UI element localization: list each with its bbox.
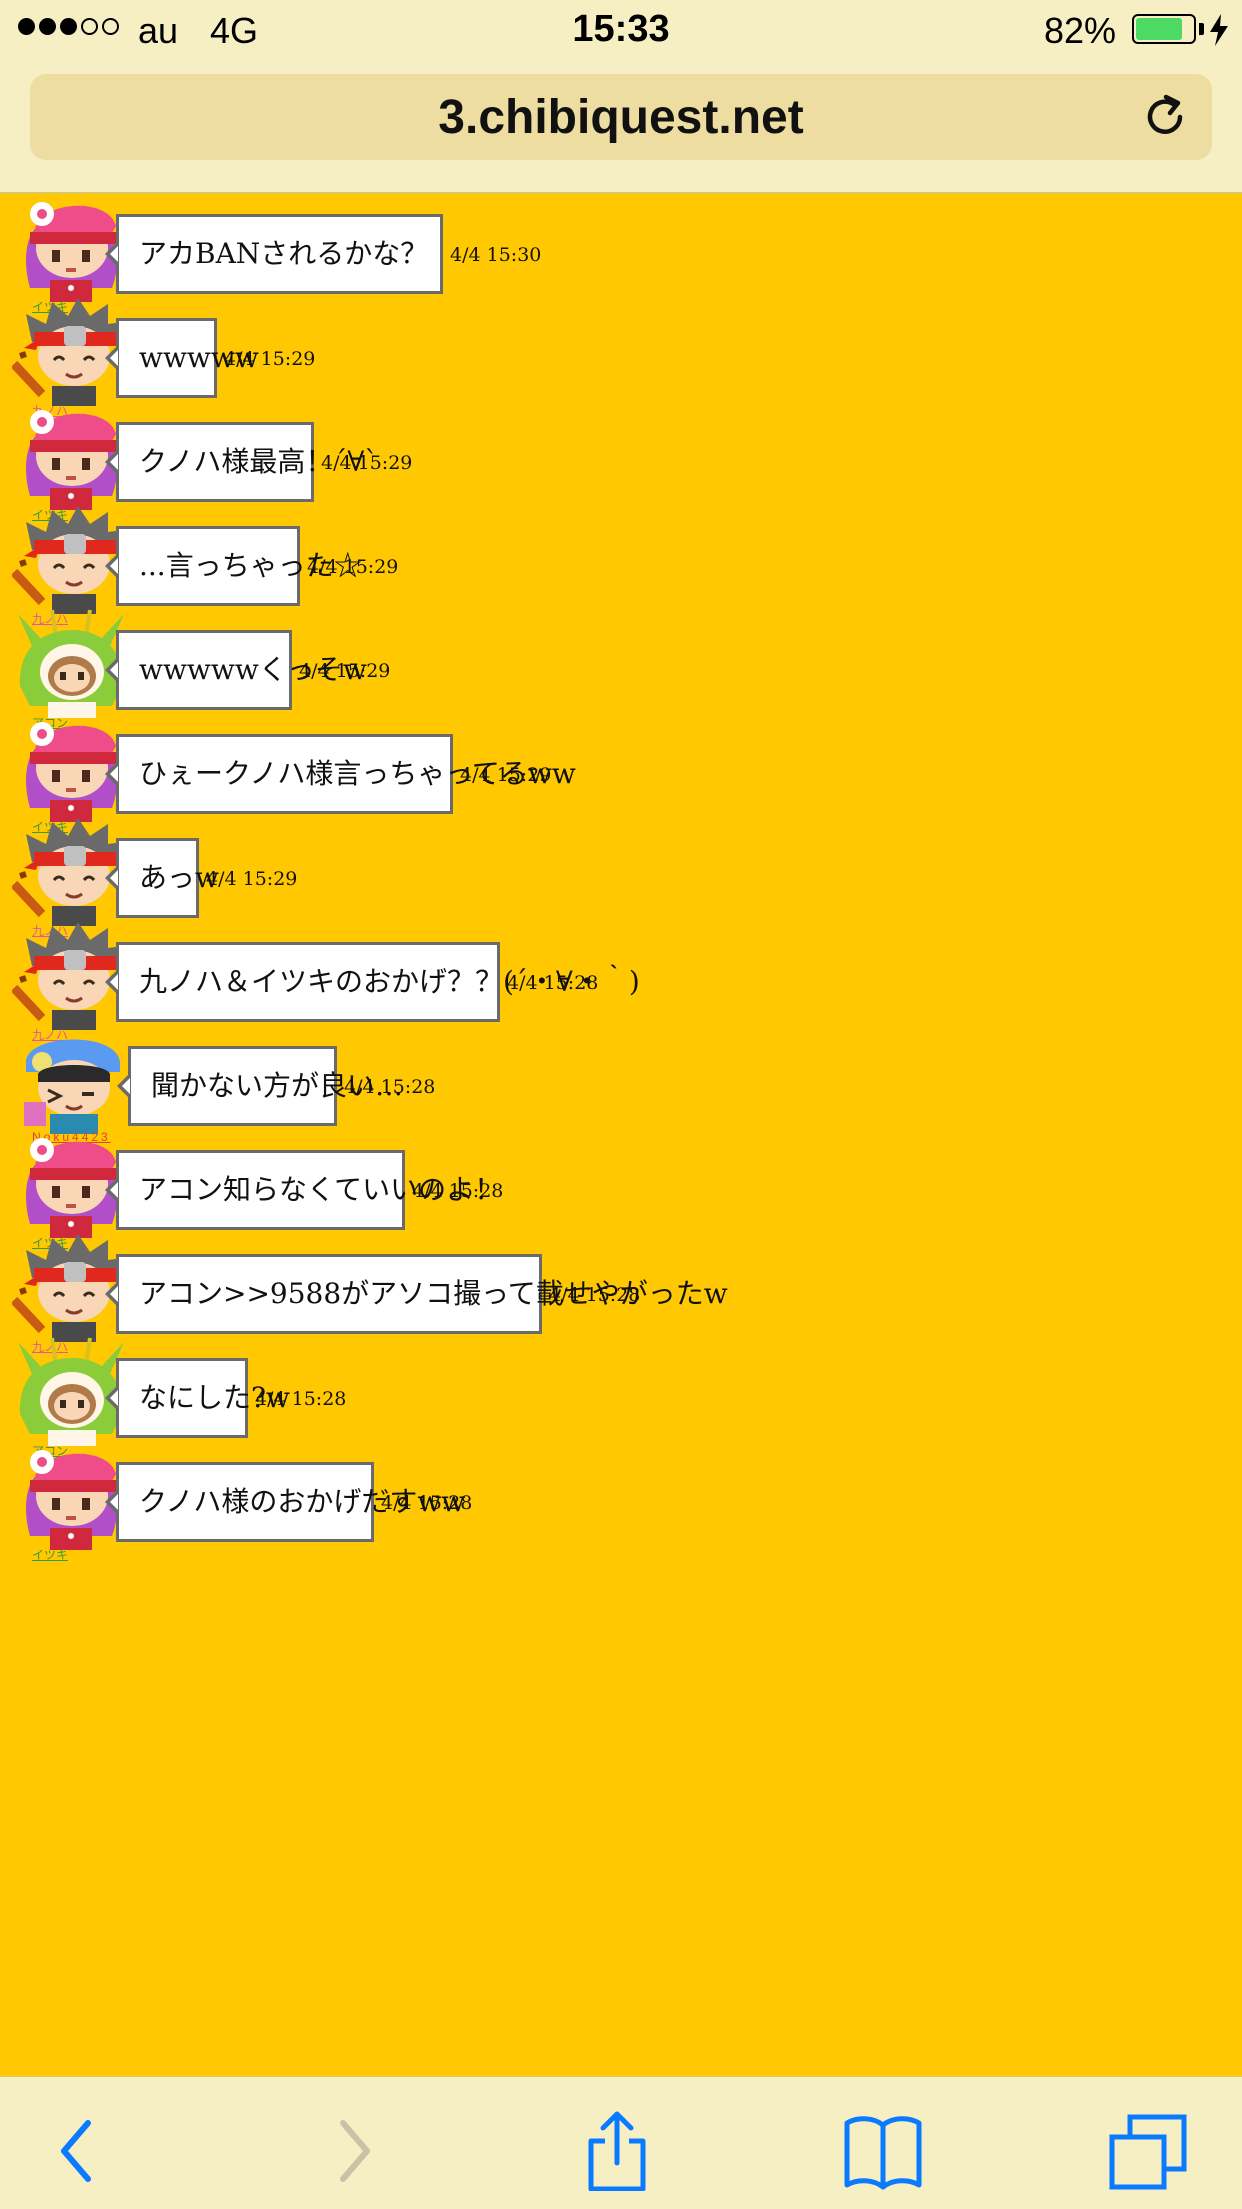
message-timestamp: 4/4 15:30: [450, 244, 542, 266]
url-text[interactable]: 3.chibiquest.net: [30, 90, 1212, 145]
message-bubble: クノハ様最高！´∀`: [105, 422, 378, 502]
message-timestamp: 4/4 15:28: [344, 1076, 436, 1098]
message-bubble: wwwww: [105, 318, 259, 398]
message-timestamp: 4/4 15:28: [412, 1180, 504, 1202]
share-icon[interactable]: [577, 2111, 657, 2191]
message-bubble: アカBANされるかな？: [105, 214, 443, 294]
message-timestamp: 4/4 15:29: [321, 452, 413, 474]
chat-log: イツキ アカBANされるかな？ 4/4 15:30 九ノハ wwwww 4/4 15:2…: [0, 194, 1242, 2076]
username-link[interactable]: イツキ: [32, 1546, 68, 1563]
blue-cap-boy-avatar[interactable]: [12, 1022, 130, 1142]
reload-icon[interactable]: [1140, 92, 1190, 142]
message-bubble: クノハ様のおかげだすww: [105, 1462, 465, 1542]
message-bubble: アコン>>9588がアソコ撮って載せやがったw: [105, 1254, 728, 1334]
message-bubble: なにした?w: [105, 1358, 290, 1438]
address-bar[interactable]: 3.chibiquest.net: [30, 74, 1212, 160]
tabs-icon[interactable]: [1108, 2111, 1188, 2191]
chat-message: イツキ クノハ様のおかげだすww 4/4 15:28: [0, 1438, 1242, 1584]
browser-toolbar: [0, 2076, 1242, 2209]
message-timestamp: 4/4 15:29: [224, 348, 316, 370]
message-timestamp: 4/4 15:28: [507, 972, 599, 994]
message-timestamp: 4/4 15:28: [381, 1492, 473, 1514]
battery-icon: [1132, 14, 1196, 44]
message-timestamp: 4/4 15:29: [460, 764, 552, 786]
browser-navbar: 3.chibiquest.net: [0, 62, 1242, 194]
message-timestamp: 4/4 15:28: [549, 1284, 641, 1306]
message-bubble: あっw: [105, 838, 219, 918]
message-timestamp: 4/4 15:29: [307, 556, 399, 578]
status-bar: au 4G 15:33 82%: [0, 0, 1242, 62]
charging-bolt-icon: [1210, 14, 1228, 46]
message-timestamp: 4/4 15:29: [299, 660, 391, 682]
back-chevron-icon[interactable]: [38, 2111, 118, 2191]
forward-chevron-icon[interactable]: [313, 2111, 393, 2191]
bookmarks-book-icon[interactable]: [843, 2111, 923, 2191]
message-bubble: ひぇークノハ様言っちゃってるww: [105, 734, 576, 814]
message-timestamp: 4/4 15:29: [206, 868, 298, 890]
battery-percent: 82%: [1043, 10, 1116, 51]
message-bubble: wwwwwくっそw: [105, 630, 367, 710]
message-bubble: 九ノハ＆イツキのおかげ？？(´・∀・｀): [105, 942, 640, 1022]
message-bubble: アコン知らなくていいのよ！: [105, 1150, 502, 1230]
message-bubble: 聞かない方が良い…: [117, 1046, 403, 1126]
message-bubble: ...言っちゃった☆: [105, 526, 362, 606]
message-timestamp: 4/4 15:28: [255, 1388, 347, 1410]
